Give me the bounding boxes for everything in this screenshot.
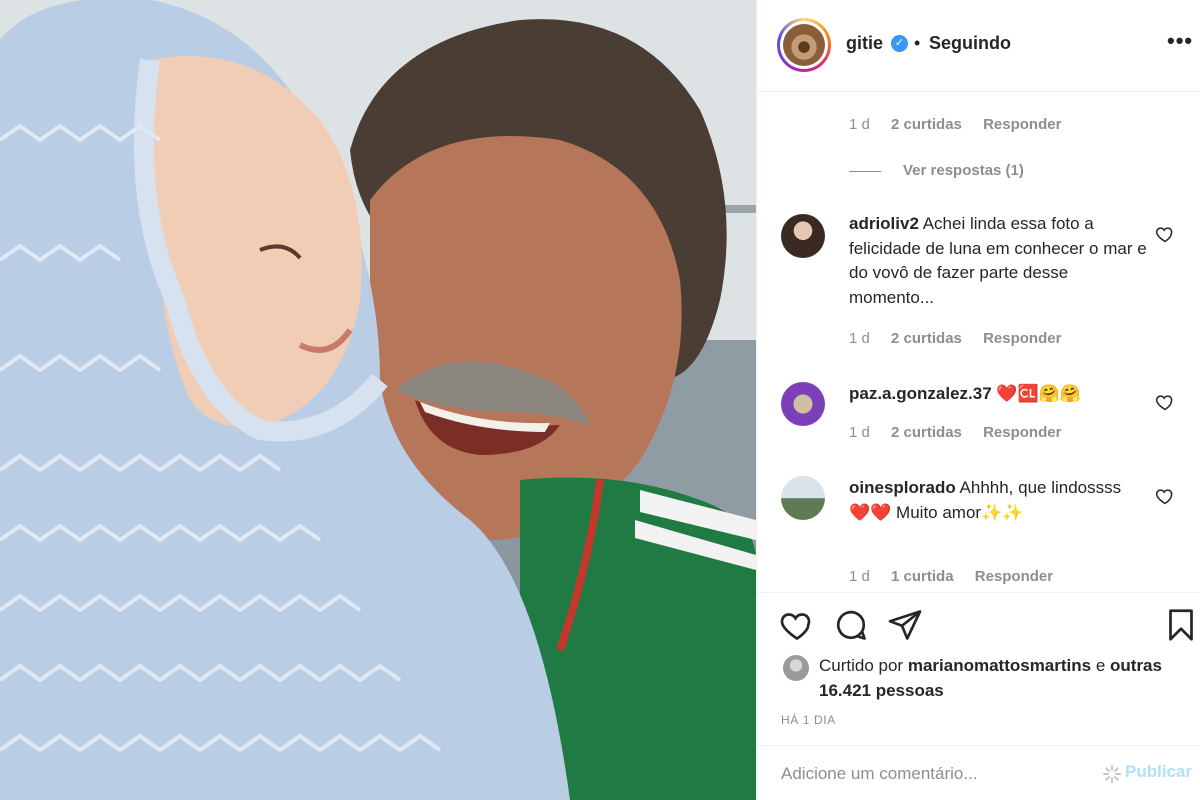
comment-like-heart-icon[interactable]	[1155, 486, 1175, 506]
heart-icon[interactable]	[779, 607, 815, 643]
post-actions-section: Curtido por marianomattosmartins e outra…	[757, 592, 1200, 800]
comment-age: 1 d	[849, 568, 870, 585]
commenter-avatar[interactable]	[781, 476, 825, 520]
comment-likes-link[interactable]: 1 curtida	[891, 568, 954, 585]
comment-meta: 1 d 2 curtidas Responder	[849, 330, 1078, 347]
comment-input[interactable]	[781, 760, 1081, 788]
author-avatar[interactable]	[777, 18, 831, 72]
comment-likes-link[interactable]: 2 curtidas	[891, 330, 962, 347]
author-username[interactable]: gitie	[846, 33, 883, 54]
verified-badge-icon: ✓	[891, 35, 908, 52]
reply-button[interactable]: Responder	[983, 330, 1061, 347]
reply-button[interactable]: Responder	[983, 116, 1061, 133]
commenter-username[interactable]: paz.a.gonzalez.37	[849, 384, 992, 403]
comment-meta: 1 d 2 curtidas Responder	[849, 424, 1078, 441]
reply-button[interactable]: Responder	[983, 424, 1061, 441]
more-options-icon[interactable]: •••	[1167, 28, 1193, 54]
reply-button[interactable]: Responder	[975, 568, 1053, 585]
comment-meta: 1 d 2 curtidas Responder	[849, 116, 1078, 133]
comment-age: 1 d	[849, 424, 870, 441]
comment-likes-link[interactable]: 2 curtidas	[891, 116, 962, 133]
paper-plane-icon[interactable]	[887, 607, 923, 643]
header-separator: •	[914, 33, 921, 53]
clipped-comment-text	[849, 92, 854, 104]
comment-age: 1 d	[849, 330, 870, 347]
commenter-username[interactable]: adrioliv2	[849, 214, 919, 233]
liker-username[interactable]: marianomattosmartins	[908, 656, 1091, 675]
publish-button[interactable]: Publicar	[1125, 762, 1192, 782]
post-sidebar: gitie ✓ • Seguindo ••• 1 d 2 curtidas Re…	[756, 0, 1200, 800]
bookmark-icon[interactable]	[1163, 607, 1199, 643]
post-photo[interactable]	[0, 0, 756, 800]
comment-text: adrioliv2 Achei linda essa foto a felici…	[849, 212, 1149, 310]
comment-like-heart-icon[interactable]	[1155, 224, 1175, 244]
comment-like-heart-icon[interactable]	[1155, 392, 1175, 412]
commenter-avatar[interactable]	[781, 214, 825, 258]
comment-body: ❤️🆑🤗🤗	[991, 384, 1082, 403]
view-replies-button[interactable]: Ver respostas (1)	[849, 162, 1024, 179]
comment-text: paz.a.gonzalez.37 ❤️🆑🤗🤗	[849, 382, 1149, 407]
add-comment-bar: Publicar	[757, 745, 1200, 800]
loading-spinner-icon	[1103, 765, 1121, 783]
commenter-username[interactable]: oinesplorado	[849, 478, 956, 497]
liker-avatar[interactable]	[783, 655, 809, 681]
comment-text: oinesplorado Ahhhh, que lindossss ❤️❤️ M…	[849, 476, 1139, 525]
post-photo-illustration	[0, 0, 756, 800]
comment-likes-link[interactable]: 2 curtidas	[891, 424, 962, 441]
comment-age: 1 d	[849, 116, 870, 133]
replies-line	[849, 170, 881, 172]
view-replies-label: Ver respostas (1)	[903, 162, 1024, 179]
comment-bubble-icon[interactable]	[833, 607, 869, 643]
likes-summary: Curtido por marianomattosmartins e outra…	[819, 653, 1189, 703]
comment-meta: 1 d 1 curtida Responder	[849, 568, 1070, 585]
post-header: gitie ✓ • Seguindo •••	[757, 0, 1200, 92]
commenter-avatar[interactable]	[781, 382, 825, 426]
post-timestamp[interactable]: HÁ 1 DIA	[781, 713, 836, 727]
likes-prefix: Curtido por	[819, 656, 908, 675]
likes-middle: e	[1091, 656, 1111, 675]
following-button[interactable]: Seguindo	[929, 33, 1011, 54]
comments-list[interactable]: 1 d 2 curtidas Responder Ver respostas (…	[757, 92, 1200, 592]
